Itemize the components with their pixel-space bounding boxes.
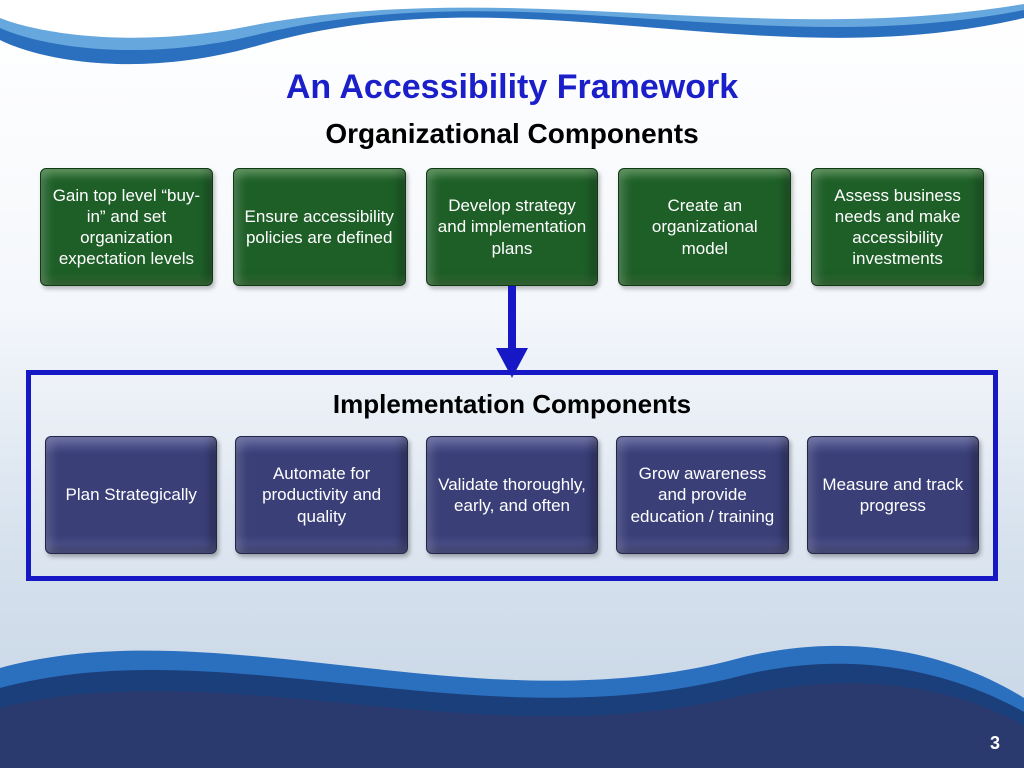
organizational-boxes-row: Gain top level “buy-in” and set organiza… [40,168,984,286]
org-box: Develop strategy and implementation plan… [426,168,599,286]
wave-decoration-bottom [0,608,1024,768]
impl-box: Automate for productivity and quality [235,436,407,554]
impl-box: Validate thoroughly, early, and often [426,436,598,554]
organizational-components-heading: Organizational Components [0,118,1024,150]
org-box: Assess business needs and make accessibi… [811,168,984,286]
org-box: Gain top level “buy-in” and set organiza… [40,168,213,286]
org-box: Ensure accessibility policies are define… [233,168,406,286]
implementation-components-heading: Implementation Components [45,389,979,420]
org-box: Create an organizational model [618,168,791,286]
impl-box: Plan Strategically [45,436,217,554]
slide-title: An Accessibility Framework [0,68,1024,107]
arrow-down-icon [492,286,532,383]
impl-box: Measure and track progress [807,436,979,554]
page-number: 3 [990,733,1000,754]
implementation-boxes-row: Plan Strategically Automate for producti… [45,436,979,554]
impl-box: Grow awareness and provide education / t… [616,436,788,554]
implementation-components-group: Implementation Components Plan Strategic… [26,370,998,581]
